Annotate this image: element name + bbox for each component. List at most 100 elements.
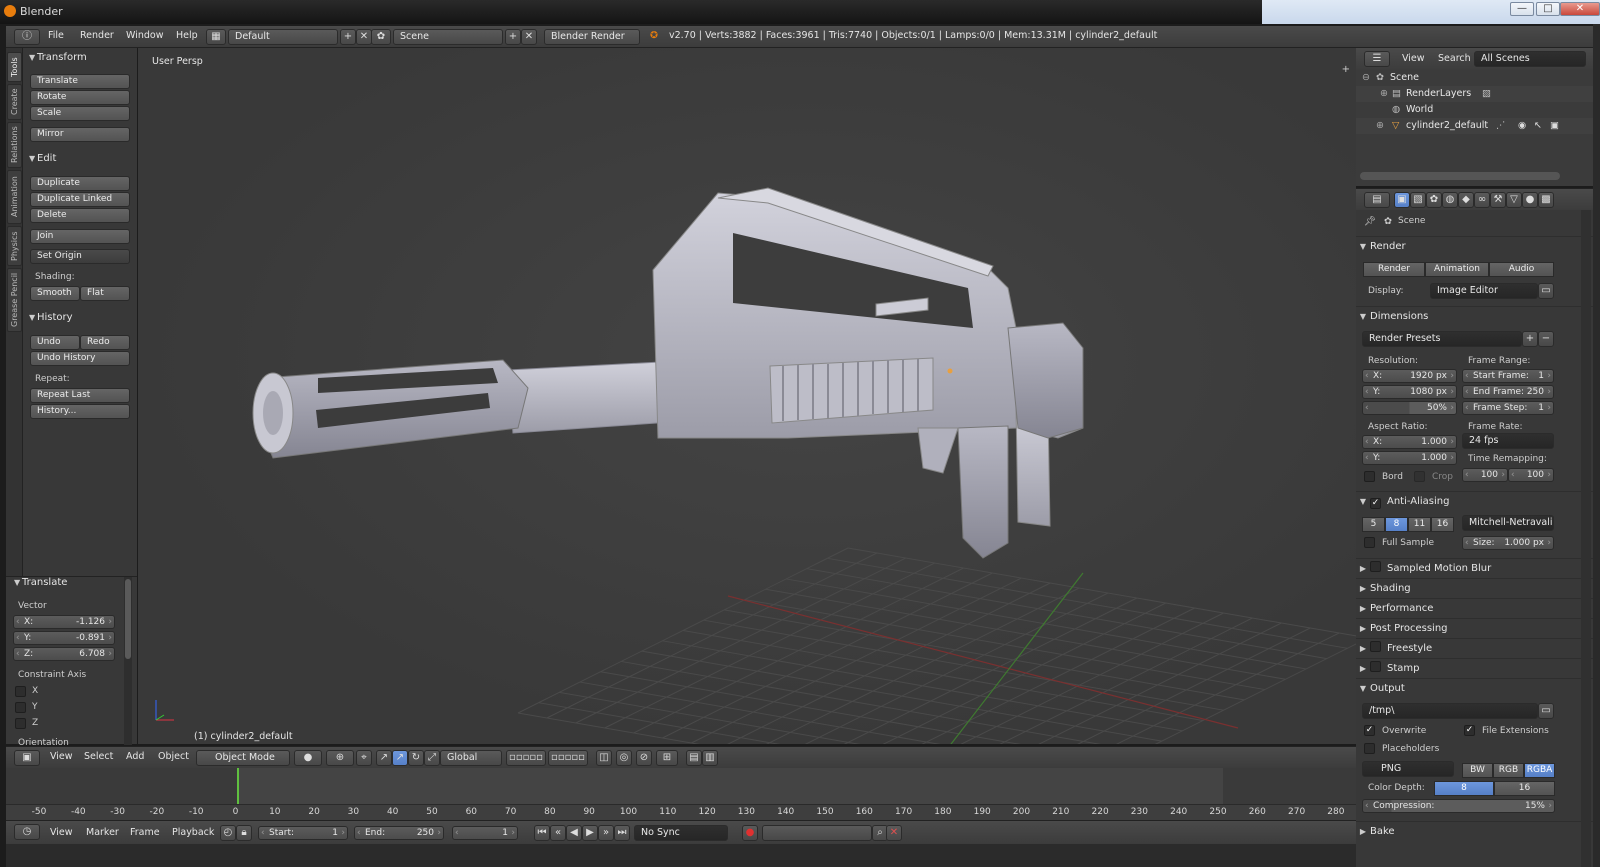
constraints-context-icon[interactable]: ∞ xyxy=(1474,192,1490,208)
properties-scrollbar[interactable] xyxy=(1581,210,1591,867)
delete-keyframe-icon[interactable]: ✕ xyxy=(886,825,902,841)
bake-section-header[interactable]: ▶ Bake xyxy=(1356,821,1593,840)
current-frame-field[interactable]: 1 xyxy=(452,826,518,840)
render-presets-select[interactable]: Render Presets xyxy=(1362,331,1522,347)
output-folder-icon[interactable]: ▭ xyxy=(1538,703,1554,719)
border-checkbox[interactable] xyxy=(1364,471,1375,482)
visibility-eye-icon[interactable]: ◉ xyxy=(1518,118,1526,134)
stamp-checkbox[interactable] xyxy=(1370,661,1381,672)
scene-context-icon[interactable]: ✿ xyxy=(1426,192,1442,208)
redo-panel-header[interactable]: ▼ Translate xyxy=(14,577,67,588)
output-section-header[interactable]: ▼ Output xyxy=(1356,678,1593,697)
proportional-edit-icon[interactable]: ◎ xyxy=(616,750,632,766)
outliner-row-scene[interactable]: ⊖ ✿ Scene xyxy=(1356,70,1593,86)
color-bw-button[interactable]: BW xyxy=(1462,763,1493,778)
keying-set-field[interactable] xyxy=(762,825,872,841)
frame-step-field[interactable]: Frame Step: 1 xyxy=(1462,401,1554,415)
undo-history-button[interactable]: Undo History xyxy=(30,351,130,366)
delete-button[interactable]: Delete xyxy=(30,208,130,223)
menu-help[interactable]: Help xyxy=(176,30,198,41)
end-frame-field[interactable]: End: 250 xyxy=(354,826,444,840)
smooth-button[interactable]: Smooth xyxy=(30,286,80,301)
menu-select[interactable]: Select xyxy=(84,751,113,762)
lock-time-icon[interactable]: 🔒︎ xyxy=(236,825,252,841)
resolution-y-field[interactable]: Y: 1080 px xyxy=(1362,385,1457,399)
duplicate-button[interactable]: Duplicate xyxy=(30,176,130,191)
aa-level-8[interactable]: 8 xyxy=(1385,517,1408,532)
compression-slider[interactable]: Compression: 15% xyxy=(1362,799,1555,813)
rotate-manipulator-icon[interactable]: ↻ xyxy=(408,750,424,766)
tab-animation[interactable]: Animation xyxy=(7,170,22,224)
placeholders-checkbox[interactable] xyxy=(1364,743,1375,754)
play-icon[interactable]: ▶ xyxy=(582,825,598,841)
render-layers-context-icon[interactable]: ▧ xyxy=(1410,192,1426,208)
resolution-x-field[interactable]: X: 1920 px xyxy=(1362,369,1457,383)
snap-icon[interactable]: ⊘ xyxy=(636,750,652,766)
post-processing-section-header[interactable]: ▶ Post Processing xyxy=(1356,618,1593,637)
end-frame-prop-field[interactable]: End Frame:250 xyxy=(1462,385,1554,399)
edit-panel-header[interactable]: ▼ Edit xyxy=(29,153,56,164)
aspect-x-field[interactable]: X: 1.000 xyxy=(1362,435,1457,449)
time-remap-old-field[interactable]: 100 xyxy=(1462,468,1508,482)
aa-level-5[interactable]: 5 xyxy=(1362,517,1385,532)
expand-icon[interactable]: ⊕ xyxy=(1380,86,1388,102)
overwrite-checkbox[interactable]: ✓ xyxy=(1364,725,1375,736)
history-button[interactable]: History... xyxy=(30,404,130,419)
lock-layers-icon[interactable]: ◫ xyxy=(596,750,612,766)
pin-icon[interactable]: 📌︎ xyxy=(1364,216,1376,227)
scene-field[interactable]: Scene xyxy=(393,29,503,45)
add-layout-icon[interactable]: + xyxy=(340,29,356,45)
start-frame-field[interactable]: Start: 1 xyxy=(258,826,348,840)
outliner-scope-select[interactable]: All Scenes xyxy=(1474,51,1586,67)
anti-aliasing-checkbox[interactable]: ✓ xyxy=(1370,498,1381,509)
gun-model[interactable] xyxy=(138,48,1356,744)
editor-type-timeline-icon[interactable]: ◷ xyxy=(14,824,40,840)
pivot-point-icon[interactable]: ⊕ xyxy=(326,750,354,766)
constraint-y-checkbox[interactable] xyxy=(15,702,26,713)
menu-view[interactable]: View xyxy=(50,751,73,762)
editor-type-outliner-icon[interactable]: ☰ xyxy=(1364,51,1390,67)
color-rgb-button[interactable]: RGB xyxy=(1493,763,1524,778)
aa-filter-select[interactable]: Mitchell-Netravali xyxy=(1462,515,1554,531)
tab-physics[interactable]: Physics xyxy=(7,226,22,266)
freestyle-checkbox[interactable] xyxy=(1370,641,1381,652)
jump-next-key-icon[interactable]: » xyxy=(598,825,614,841)
play-reverse-icon[interactable]: ◀ xyxy=(566,825,582,841)
3d-viewport[interactable]: User Persp (1) cylinder2_default + xyxy=(138,48,1356,744)
display-window-icon[interactable]: ▭ xyxy=(1538,283,1554,299)
vector-z-field[interactable]: Z: 6.708 xyxy=(13,647,115,661)
modifiers-context-icon[interactable]: ⚒ xyxy=(1490,192,1506,208)
data-context-icon[interactable]: ▽ xyxy=(1506,192,1522,208)
outliner-row-object[interactable]: ⊕ ▽ cylinder2_default ⋰ ◉ ↖ ▣ xyxy=(1356,118,1593,134)
constraint-x-checkbox[interactable] xyxy=(15,686,26,697)
file-format-select[interactable]: PNG xyxy=(1362,761,1454,777)
color-depth-8-button[interactable]: 8 xyxy=(1434,781,1494,796)
add-preset-icon[interactable]: + xyxy=(1522,331,1538,347)
vector-x-field[interactable]: X: -1.126 xyxy=(13,615,115,629)
translate-manipulator-icon[interactable]: ↗ xyxy=(376,750,392,766)
time-remap-new-field[interactable]: 100 xyxy=(1508,468,1554,482)
vector-y-field[interactable]: Y: -0.891 xyxy=(13,631,115,645)
layout-field[interactable]: Default xyxy=(228,29,338,45)
anti-aliasing-section-header[interactable]: ▼ ✓ Anti-Aliasing xyxy=(1356,491,1593,510)
scale-manipulator-icon[interactable]: ⤢ xyxy=(424,750,440,766)
minimize-button[interactable]: — xyxy=(1510,2,1534,16)
timeline-menu-marker[interactable]: Marker xyxy=(86,827,119,838)
filter-size-field[interactable]: Size: 1.000 px xyxy=(1462,536,1554,550)
selectable-arrow-icon[interactable]: ↖ xyxy=(1534,118,1542,134)
render-button[interactable]: Render xyxy=(1363,262,1425,277)
timeline-menu-frame[interactable]: Frame xyxy=(130,827,160,838)
maximize-button[interactable]: □ xyxy=(1536,2,1560,16)
stamp-section-header[interactable]: ▶ Stamp xyxy=(1356,658,1593,677)
outliner-menu-search[interactable]: Search xyxy=(1438,53,1471,64)
editor-type-properties-icon[interactable]: ▤ xyxy=(1364,192,1390,208)
expand-icon[interactable]: ⊖ xyxy=(1362,70,1370,86)
tab-tools[interactable]: Tools xyxy=(7,52,22,82)
constraint-z-checkbox[interactable] xyxy=(15,718,26,729)
translate-button[interactable]: Translate xyxy=(30,74,130,89)
resolution-percent-slider[interactable]: 50% xyxy=(1362,401,1457,415)
outliner-hscrollbar[interactable] xyxy=(1360,172,1560,180)
duplicate-linked-button[interactable]: Duplicate Linked xyxy=(30,192,130,207)
full-sample-checkbox[interactable] xyxy=(1364,537,1375,548)
performance-section-header[interactable]: ▶ Performance xyxy=(1356,598,1593,617)
